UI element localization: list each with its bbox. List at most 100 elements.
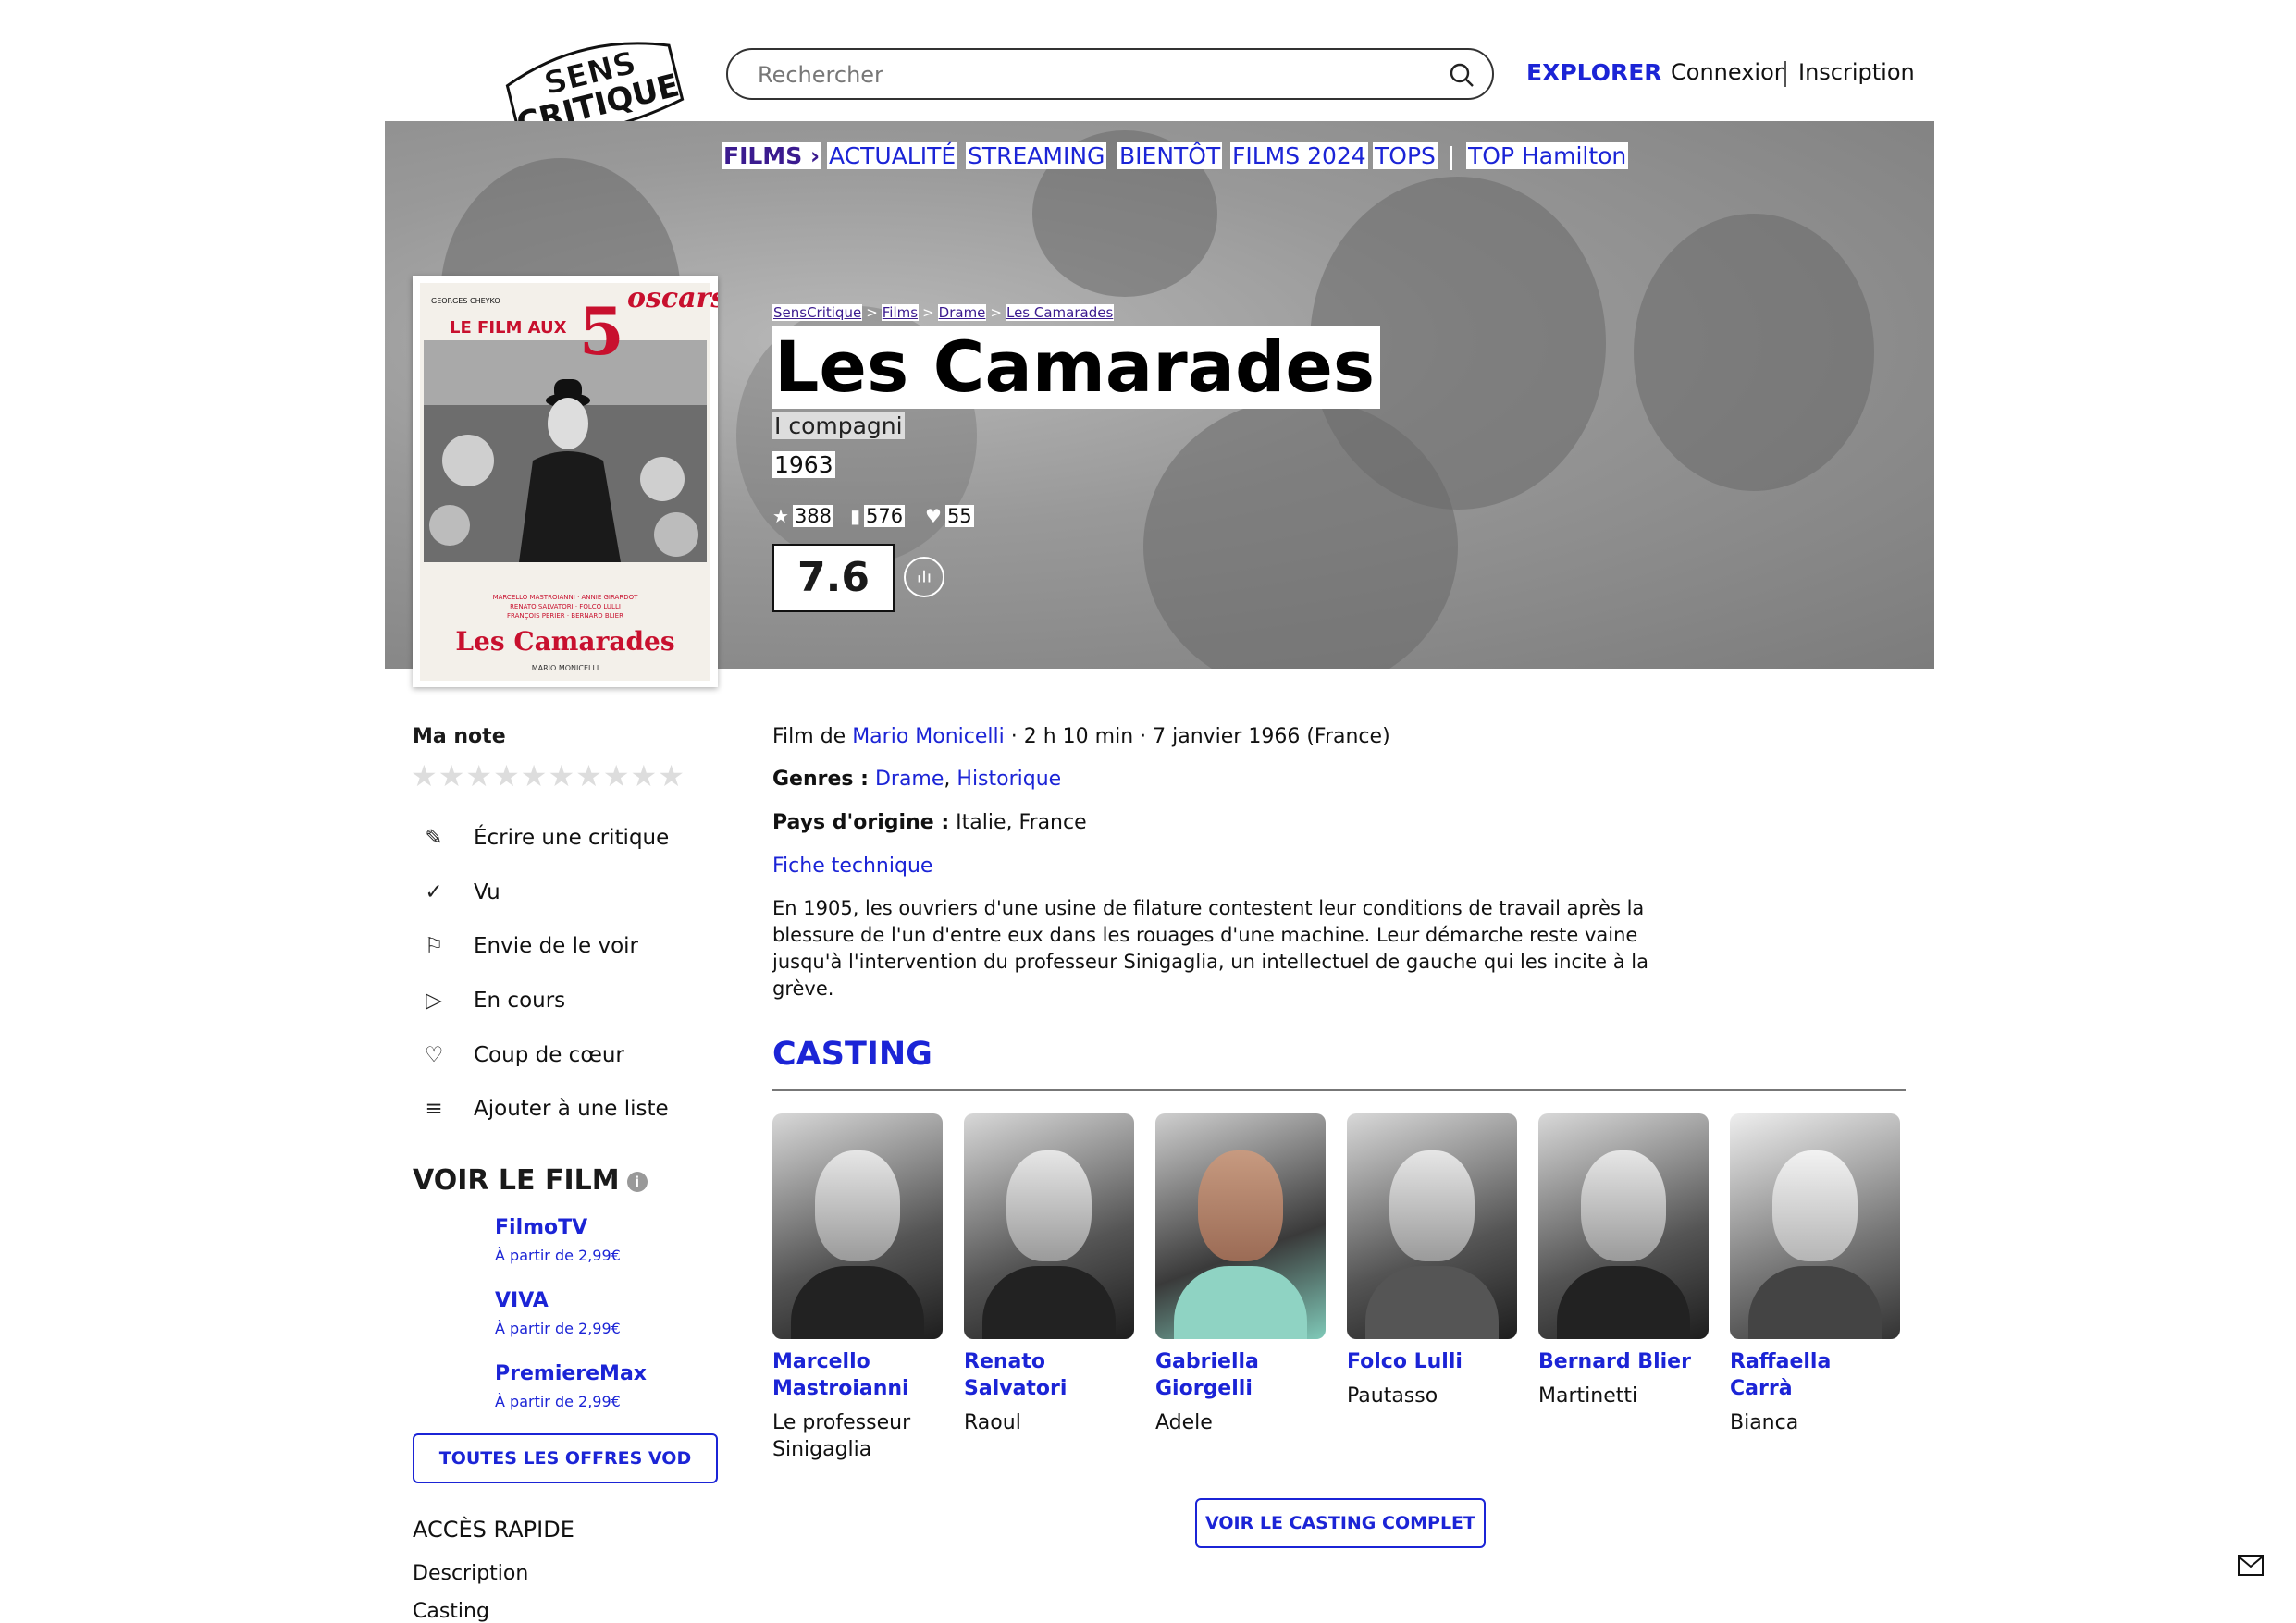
nav-films[interactable]: FILMS › (722, 142, 822, 169)
wishlist-action[interactable]: ⚐ Envie de le voir (422, 934, 638, 958)
actor-name[interactable]: Raffaella Carrà (1730, 1348, 1900, 1402)
search-input[interactable] (756, 59, 1407, 91)
svg-text:RENATO SALVATORI · FOLCO LULLI: RENATO SALVATORI · FOLCO LULLI (510, 603, 621, 610)
actor-name[interactable]: Folco Lulli (1347, 1348, 1517, 1375)
my-rating-label: Ma note (413, 725, 506, 748)
actor-photo[interactable] (772, 1113, 943, 1339)
breadcrumb-films[interactable]: Films (881, 304, 920, 321)
actor-name[interactable]: Renato Salvatori (964, 1348, 1134, 1402)
bookmark-icon: ⚐ (424, 934, 444, 958)
all-vod-offers-button[interactable]: TOUTES LES OFFRES VOD (413, 1433, 718, 1483)
breadcrumb-drame[interactable]: Drame (937, 304, 987, 321)
character-name: Raoul (964, 1411, 1021, 1434)
nav-bientot[interactable]: BIENTÔT (1117, 142, 1223, 169)
movie-poster[interactable]: GEORGES CHEYKO LE FILM AUX 5 oscars MARC… (413, 276, 726, 687)
actor-name[interactable]: Marcello Mastroianni (772, 1348, 943, 1402)
actor-photo[interactable] (1347, 1113, 1517, 1339)
movie-title: Les Camarades (772, 326, 1381, 409)
svg-text:MARIO MONICELLI: MARIO MONICELLI (532, 664, 599, 672)
check-icon: ✓ (425, 880, 443, 904)
breadcrumb: SensCritique > Films > Drame > Les Camarades (772, 304, 1115, 321)
write-review-action[interactable]: ✎ Écrire une critique (422, 826, 669, 850)
original-title: I compagni (772, 412, 905, 439)
bookmark-icon: ▮ (850, 505, 861, 527)
quick-link-description[interactable]: Description (413, 1562, 528, 1585)
ratings-count: ★ 388 (772, 505, 834, 527)
synopsis: En 1905, les ouvriers d'une usine de fil… (772, 897, 1648, 1000)
vod-offer-filmotv[interactable]: FilmoTV À partir de 2,99€ (495, 1216, 621, 1264)
actor-photo[interactable] (1730, 1113, 1900, 1339)
cast-card[interactable]: Folco Lulli Pautasso (1347, 1113, 1517, 1409)
svg-text:GEORGES CHEYKO: GEORGES CHEYKO (431, 297, 500, 305)
svg-text:Les Camarades: Les Camarades (455, 626, 674, 657)
actor-name[interactable]: Bernard Blier (1538, 1348, 1709, 1375)
add-to-list-action[interactable]: ≡ Ajouter à une liste (422, 1097, 668, 1121)
breadcrumb-separator: > (990, 304, 1002, 321)
technical-sheet-link[interactable]: Fiche technique (772, 855, 932, 878)
info-icon[interactable]: i (626, 1171, 648, 1192)
cast-card[interactable]: Raffaella Carrà Bianca (1730, 1113, 1900, 1436)
star-icon: ★ (772, 505, 789, 527)
favorites-count: ♥ 55 (925, 505, 974, 527)
nav-top-hamilton[interactable]: TOP Hamilton (1466, 142, 1629, 169)
svg-text:FRANÇOIS PERIER · BERNARD BLIE: FRANÇOIS PERIER · BERNARD BLIER (507, 612, 623, 620)
actor-photo[interactable] (1538, 1113, 1709, 1339)
heart-icon: ♥ (925, 505, 942, 527)
list-add-icon: ≡ (425, 1097, 443, 1121)
breadcrumb-senscritique[interactable]: SensCritique (772, 304, 863, 321)
heart-icon: ♡ (424, 1043, 444, 1067)
release-year: 1963 (772, 451, 835, 478)
login-link[interactable]: Connexion (1671, 59, 1788, 85)
actor-name[interactable]: Gabriella Giorgelli (1155, 1348, 1326, 1402)
full-casting-button[interactable]: VOIR LE CASTING COMPLET (1195, 1498, 1486, 1548)
cast-card[interactable]: Bernard Blier Martinetti (1538, 1113, 1709, 1409)
cast-card[interactable]: Renato Salvatori Raoul (964, 1113, 1134, 1436)
character-name: Martinetti (1538, 1384, 1638, 1408)
actor-photo[interactable] (964, 1113, 1134, 1339)
genre-historique-link[interactable]: Historique (957, 768, 1061, 791)
svg-text:oscars: oscars (627, 282, 718, 314)
chevron-right-icon: › (809, 142, 821, 169)
country-line: Pays d'origine : Italie, France (772, 811, 1087, 834)
favorite-action[interactable]: ♡ Coup de cœur (422, 1043, 624, 1067)
nav-films-2024[interactable]: FILMS 2024 (1230, 142, 1368, 169)
breadcrumb-separator: > (866, 304, 878, 321)
casting-heading: CASTING (772, 1036, 932, 1073)
search-icon[interactable] (1448, 61, 1475, 89)
header-divider (1784, 61, 1786, 87)
genres-line: Genres : Drame, Historique (772, 768, 1062, 791)
quick-access-heading: ACCÈS RAPIDE (413, 1517, 574, 1543)
mail-icon[interactable] (2238, 1555, 2264, 1576)
director-link[interactable]: Mario Monicelli (852, 725, 1005, 748)
vod-offer-premieremax[interactable]: PremiereMax À partir de 2,99€ (495, 1362, 647, 1410)
nav-tops[interactable]: TOPS (1373, 142, 1438, 169)
actor-photo[interactable] (1155, 1113, 1326, 1339)
film-director-line: Film de Mario Monicelli · 2 h 10 min · 7… (772, 725, 1390, 748)
svg-text:5: 5 (579, 293, 624, 370)
search-bar[interactable] (726, 48, 1494, 100)
vod-offer-viva[interactable]: VIVA À partir de 2,99€ (495, 1289, 621, 1337)
character-name: Adele (1155, 1411, 1213, 1434)
rating-distribution-icon[interactable] (904, 557, 944, 597)
nav-actualite[interactable]: ACTUALITÉ (827, 142, 958, 169)
quick-link-casting[interactable]: Casting (413, 1600, 489, 1623)
seen-action[interactable]: ✓ Vu (422, 880, 500, 904)
character-name: Bianca (1730, 1411, 1799, 1434)
in-progress-action[interactable]: ▷ En cours (422, 989, 565, 1013)
svg-text:MARCELLO MASTROIANNI · ANNIE G: MARCELLO MASTROIANNI · ANNIE GIRARDOT (493, 594, 639, 601)
character-name: Le professeur Sinigaglia (772, 1411, 911, 1461)
rating-stars[interactable]: ★★★★★★★★★★ (411, 758, 685, 793)
genre-drame-link[interactable]: Drame (875, 768, 944, 791)
nav-streaming[interactable]: STREAMING (966, 142, 1107, 169)
signup-link[interactable]: Inscription (1798, 59, 1915, 85)
breadcrumb-current[interactable]: Les Camarades (1005, 304, 1115, 321)
casting-divider (772, 1089, 1906, 1091)
breadcrumb-separator: > (922, 304, 934, 321)
nav-divider (1450, 146, 1452, 170)
wishlist-count: ▮ 576 (850, 505, 906, 527)
cast-card[interactable]: Marcello Mastroianni Le professeur Sinig… (772, 1113, 943, 1463)
character-name: Pautasso (1347, 1384, 1438, 1408)
svg-text:LE FILM AUX: LE FILM AUX (450, 318, 567, 338)
explorer-link[interactable]: EXPLORER (1526, 59, 1662, 86)
cast-card[interactable]: Gabriella Giorgelli Adele (1155, 1113, 1326, 1436)
